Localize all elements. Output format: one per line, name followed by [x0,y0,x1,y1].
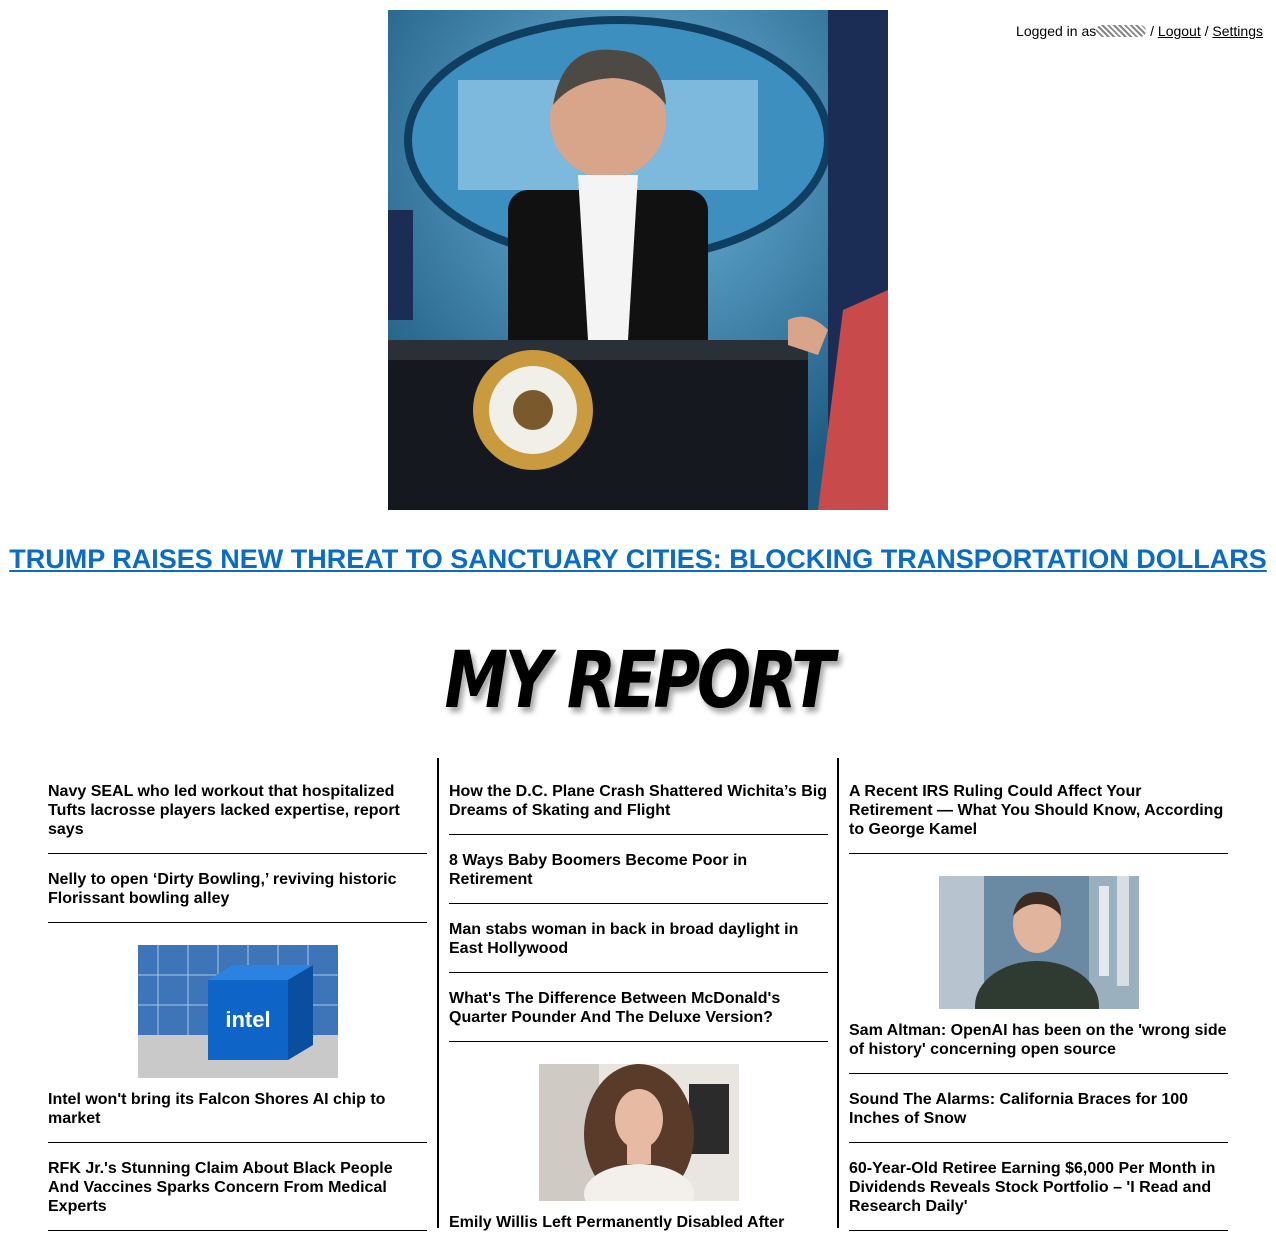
user-bar: Logged in as / Logout / Settings [1016,23,1263,39]
separator: / [1150,23,1155,39]
story-link[interactable]: How the D.C. Plane Crash Shattered Wichi… [449,783,827,819]
logged-in-text: Logged in as [1016,23,1097,39]
story-link[interactable]: Emily Willis Left Permanently Disabled A… [449,1214,784,1231]
story-link[interactable]: A Recent IRS Ruling Could Affect Your Re… [849,783,1223,838]
story-link[interactable]: Sam Altman: OpenAI has been on the 'wron… [849,1022,1226,1058]
portrait-photo-icon [538,1064,739,1201]
list-item: 8 Ways Baby Boomers Become Poor in Retir… [449,849,828,904]
news-column-left: Navy SEAL who led workout that hospitali… [48,780,427,1245]
story-link[interactable]: Intel won't bring its Falcon Shores AI c… [48,1091,385,1127]
list-item: Navy SEAL who led workout that hospitali… [48,780,427,854]
list-item: Man stabs woman in back in broad dayligh… [449,918,828,973]
logout-link[interactable]: Logout [1158,23,1201,39]
list-item: A Recent IRS Ruling Could Affect Your Re… [849,780,1228,854]
list-item: Sound The Alarms: California Braces for … [849,1088,1228,1143]
hero-image[interactable] [388,10,888,510]
list-item: What's The Difference Between McDonald's… [449,987,828,1042]
press-briefing-photo-icon [388,10,888,510]
story-link[interactable]: 8 Ways Baby Boomers Become Poor in Retir… [449,852,747,888]
story-thumbnail[interactable] [538,1064,739,1201]
story-thumbnail[interactable] [938,876,1139,1009]
column-divider [437,758,439,1228]
headline-link[interactable]: TRUMP RAISES NEW THREAT TO SANCTUARY CIT… [9,544,1267,574]
list-item: 60-Year-Old Retiree Earning $6,000 Per M… [849,1157,1228,1231]
story-link[interactable]: Navy SEAL who led workout that hospitali… [48,783,400,838]
news-column-center: How the D.C. Plane Crash Shattered Wichi… [449,780,828,1260]
story-link[interactable]: RFK Jr.'s Stunning Claim About Black Peo… [48,1160,393,1215]
list-item: Nelly to open ‘Dirty Bowling,’ reviving … [48,868,427,923]
list-item: How the D.C. Plane Crash Shattered Wichi… [449,780,828,835]
headline: TRUMP RAISES NEW THREAT TO SANCTUARY CIT… [0,543,1276,575]
list-item: Sam Altman: OpenAI has been on the 'wron… [849,868,1228,1074]
list-item: intel Intel won't bring its Falcon Shore… [48,937,427,1143]
interview-photo-icon [938,876,1139,1009]
separator: / [1204,23,1209,39]
intel-cube-photo-icon: intel [137,945,338,1078]
story-link[interactable]: What's The Difference Between McDonald's… [449,990,780,1026]
redacted-username [1096,25,1147,37]
list-item: RFK Jr.'s Stunning Claim About Black Peo… [48,1157,427,1231]
story-link[interactable]: Man stabs woman in back in broad dayligh… [449,921,798,957]
site-logo[interactable]: MY REPORT [115,636,1161,726]
svg-text:intel: intel [225,1007,270,1032]
story-thumbnail[interactable]: intel [137,945,338,1078]
story-link[interactable]: Nelly to open ‘Dirty Bowling,’ reviving … [48,871,397,907]
settings-link[interactable]: Settings [1212,23,1263,39]
story-link[interactable]: Sound The Alarms: California Braces for … [849,1091,1188,1127]
list-item: Emily Willis Left Permanently Disabled A… [449,1056,828,1246]
story-link[interactable]: 60-Year-Old Retiree Earning $6,000 Per M… [849,1160,1215,1215]
column-divider [837,758,839,1228]
news-column-right: A Recent IRS Ruling Could Affect Your Re… [849,780,1228,1245]
